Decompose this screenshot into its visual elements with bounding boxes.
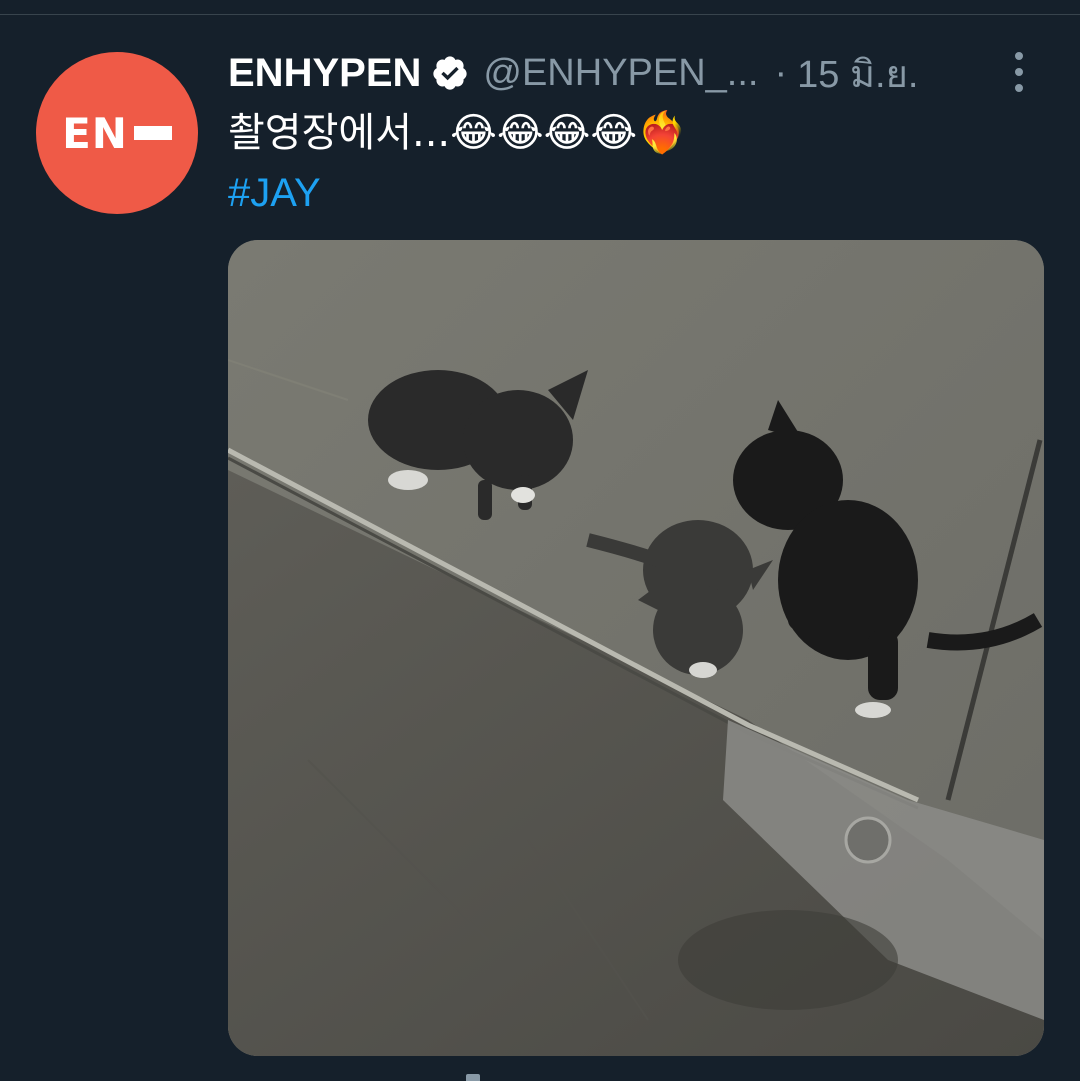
more-vertical-icon[interactable]	[1004, 52, 1034, 92]
top-divider	[0, 14, 1080, 15]
avatar-logo: EN	[62, 109, 172, 158]
avatar-logo-text: EN	[62, 108, 128, 158]
hashtag-link[interactable]: #JAY	[228, 168, 321, 218]
tweet-header: ENHYPEN @ENHYPEN_... · 15 มิ.ย.	[228, 48, 918, 98]
tweet-text: 촬영장에서...😂😂😂😂❤️‍🔥	[228, 110, 687, 156]
display-name[interactable]: ENHYPEN	[228, 51, 421, 96]
tweet-media-video[interactable]	[228, 240, 1044, 1056]
avatar-logo-bar	[133, 126, 172, 140]
avatar[interactable]: EN	[36, 52, 198, 214]
tweet-date[interactable]: 15 มิ.ย.	[797, 43, 918, 104]
video-thumbnail	[228, 240, 1044, 1056]
verified-badge-icon	[431, 54, 469, 92]
bottom-action-peek	[466, 1074, 480, 1081]
separator-dot: ·	[774, 51, 788, 94]
author-handle[interactable]: @ENHYPEN_...	[483, 52, 758, 95]
